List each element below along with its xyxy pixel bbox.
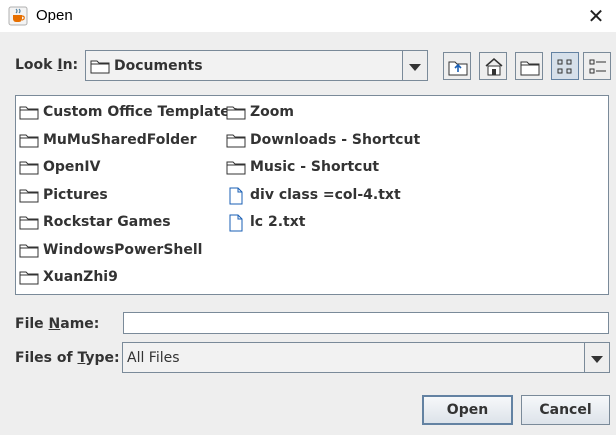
folder-icon	[19, 244, 39, 258]
folder-icon	[90, 60, 110, 74]
home-button[interactable]	[479, 52, 507, 80]
folder-icon	[226, 134, 246, 148]
list-view-icon	[557, 59, 572, 74]
folder-icon	[19, 189, 39, 203]
file-icon	[229, 214, 243, 232]
close-icon[interactable]: ✕	[584, 4, 608, 28]
java-cup-icon	[8, 6, 28, 26]
details-view-icon	[589, 59, 606, 74]
files-of-type-value: All Files	[127, 350, 180, 366]
folder-icon	[19, 161, 39, 175]
new-folder-button[interactable]	[515, 52, 543, 80]
file-icon	[229, 187, 243, 205]
title-bar: Open ✕	[0, 0, 616, 32]
folder-icon	[19, 134, 39, 148]
up-one-level-icon	[448, 61, 468, 76]
look-in-value: Documents	[114, 58, 203, 74]
new-folder-icon	[520, 61, 540, 76]
file-name-label: File Name:	[15, 316, 100, 332]
list-view-button[interactable]	[551, 52, 579, 80]
folder-icon	[19, 216, 39, 230]
file-list[interactable]: Custom Office Templates MuMuSharedFolder…	[15, 95, 609, 295]
files-of-type-combo[interactable]: All Files	[122, 342, 610, 373]
file-name-input[interactable]	[123, 312, 609, 334]
folder-icon	[226, 106, 246, 120]
files-of-type-label: Files of Type:	[15, 350, 120, 366]
up-one-level-button[interactable]	[443, 52, 471, 80]
look-in-label: Look In:	[15, 57, 79, 73]
folder-icon	[226, 161, 246, 175]
folder-icon	[19, 271, 39, 285]
folder-icon	[19, 106, 39, 120]
open-button[interactable]: Open	[422, 395, 513, 425]
window-title: Open	[36, 7, 73, 24]
home-icon	[485, 58, 503, 76]
look-in-combo[interactable]: Documents	[85, 50, 428, 81]
details-view-button[interactable]	[583, 52, 611, 80]
cancel-button[interactable]: Cancel	[521, 395, 610, 425]
chevron-down-icon[interactable]	[402, 51, 427, 80]
chevron-down-icon[interactable]	[584, 343, 609, 372]
